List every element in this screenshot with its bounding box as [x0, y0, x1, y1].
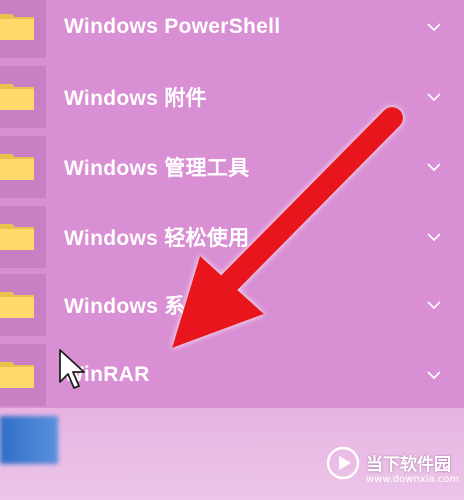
chevron-down-icon[interactable]: [426, 162, 442, 172]
watermark: 当下软件园 www.downxia.com: [322, 444, 460, 496]
menu-item-label: Windows PowerShell: [64, 15, 281, 38]
watermark-url: www.downxia.com: [366, 474, 460, 485]
folder-icon: [0, 14, 34, 40]
folder-icon: [0, 292, 34, 318]
watermark-title: 当下软件园: [366, 455, 451, 474]
folder-icon: [0, 154, 34, 180]
chevron-down-icon[interactable]: [426, 300, 442, 310]
folder-icon: [0, 84, 34, 110]
downxia-logo-icon: [326, 446, 360, 480]
folder-icon: [0, 224, 34, 250]
chevron-down-icon[interactable]: [426, 370, 442, 380]
menu-item-windows-powershell[interactable]: Windows PowerShell: [0, 0, 464, 60]
red-arrow-icon: [172, 107, 403, 348]
chevron-down-icon[interactable]: [426, 22, 442, 32]
mouse-pointer-icon: [59, 349, 85, 389]
chevron-down-icon[interactable]: [426, 92, 442, 102]
folder-icon: [0, 362, 34, 388]
chevron-down-icon[interactable]: [426, 232, 442, 242]
blurred-app-tile[interactable]: [0, 416, 58, 464]
